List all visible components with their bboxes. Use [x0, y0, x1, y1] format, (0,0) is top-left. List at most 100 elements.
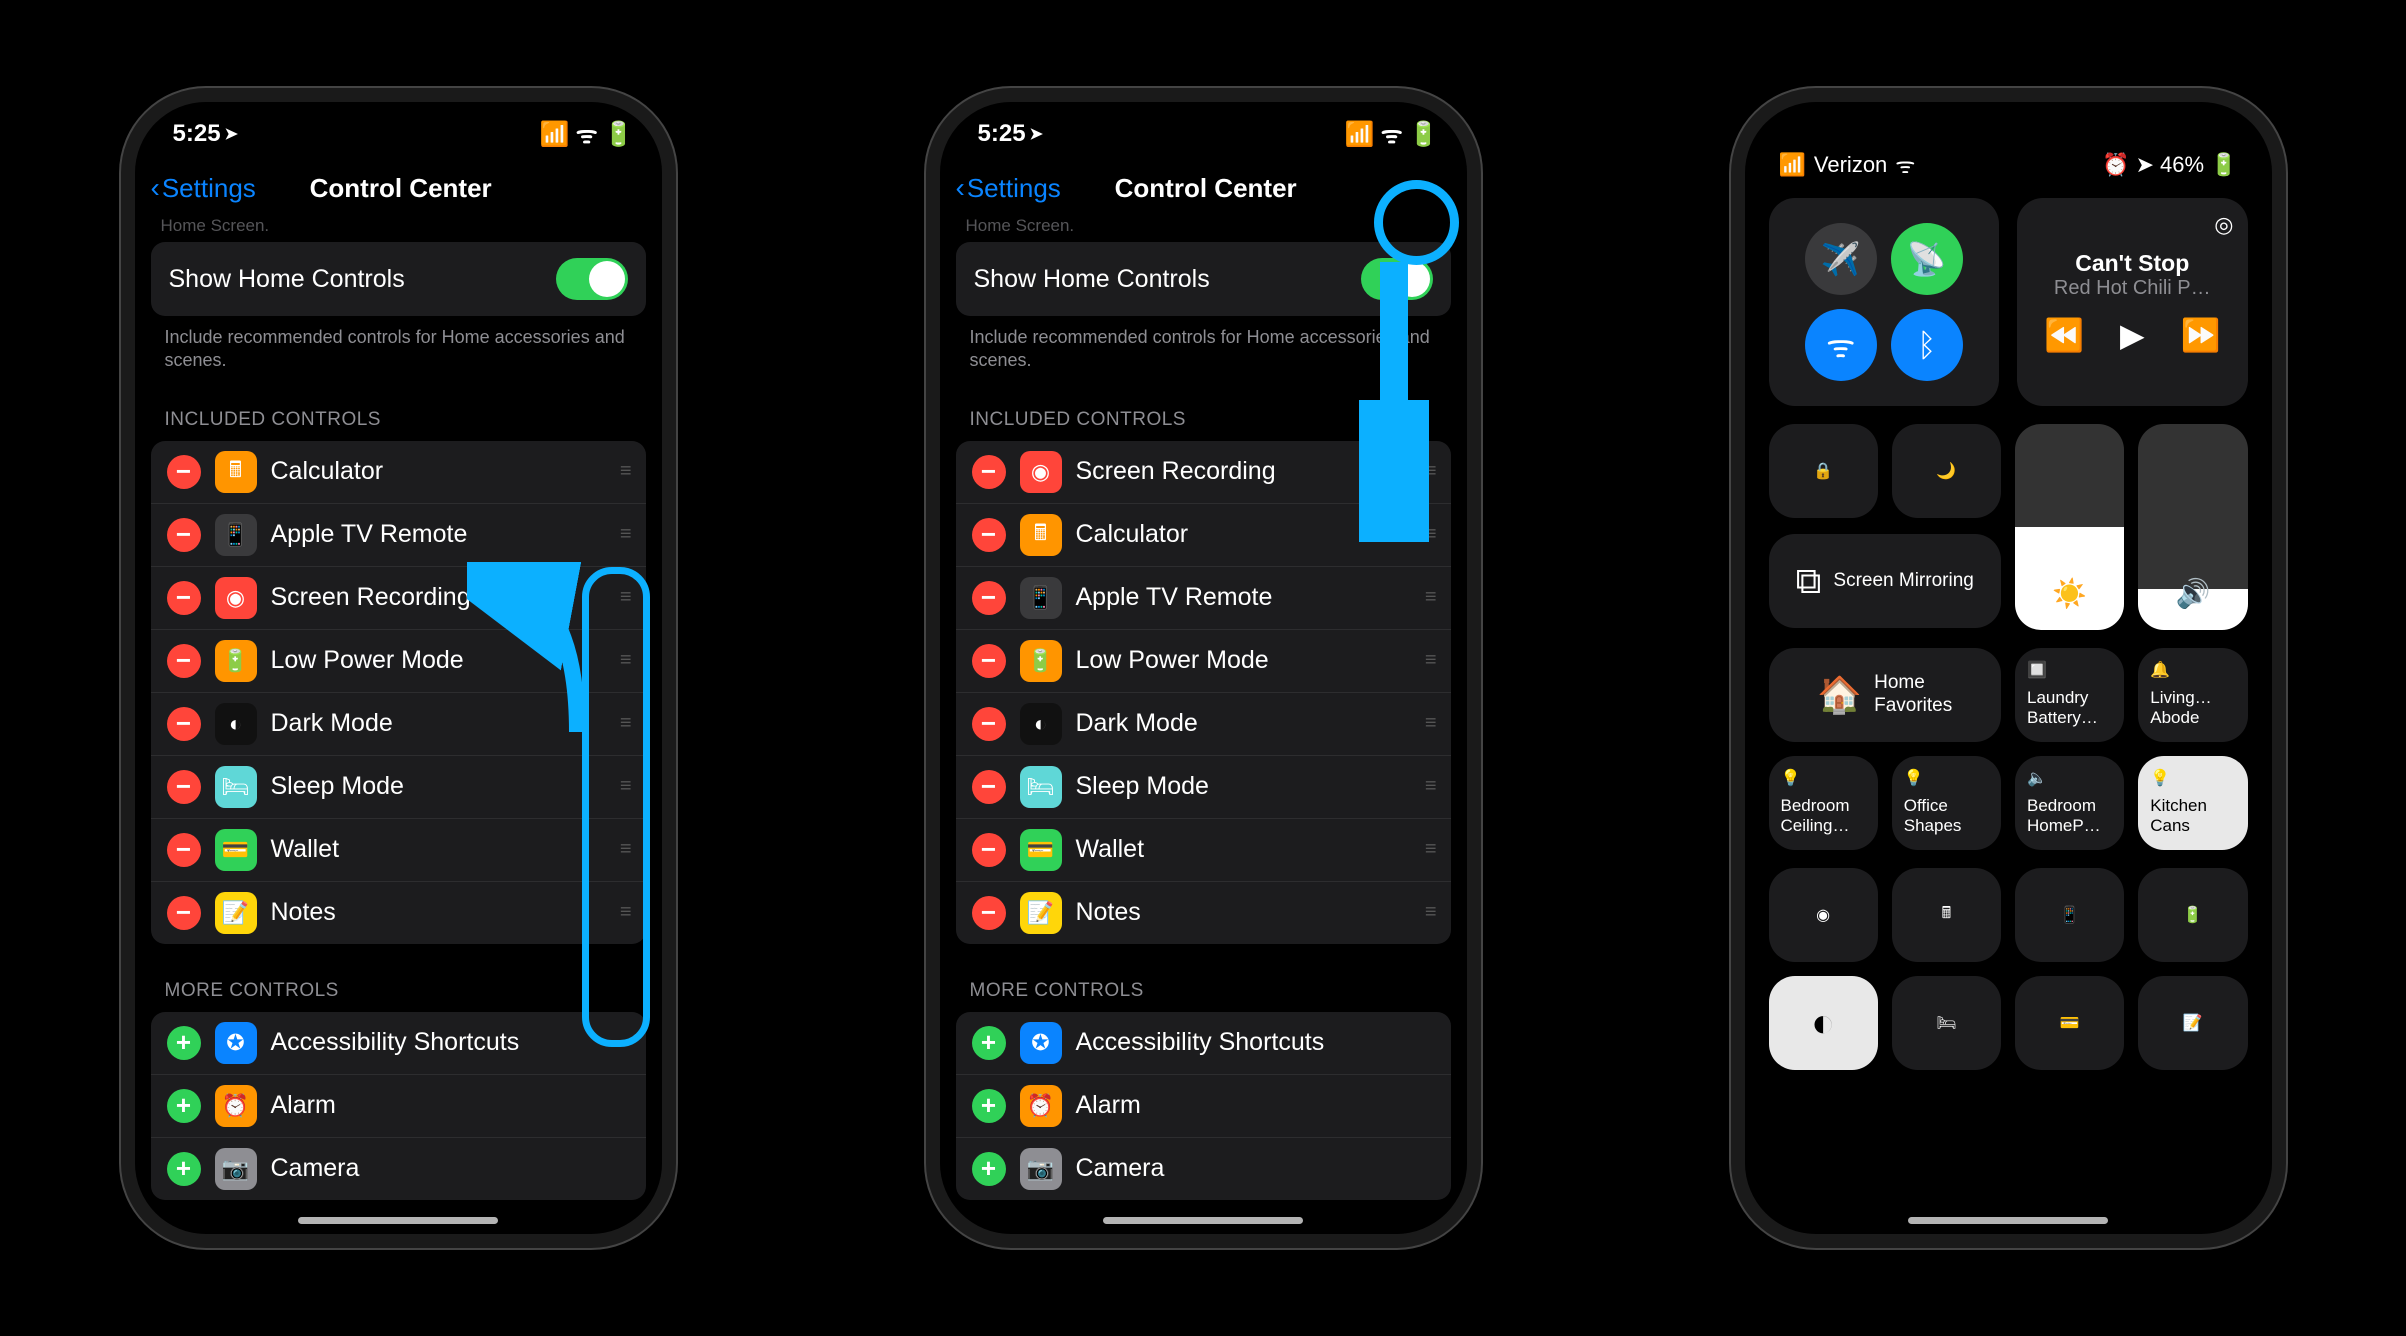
remove-button[interactable]: −	[972, 707, 1006, 741]
remove-button[interactable]: −	[972, 518, 1006, 552]
truncated-text: Home Screen.	[151, 216, 646, 242]
status-time: 5:25	[978, 120, 1026, 148]
control-row: −📱Apple TV Remote≡	[956, 567, 1451, 630]
wallet-button[interactable]: 💳	[2015, 976, 2124, 1070]
connectivity-module[interactable]: ✈️ 📡 ᯤ ᛒ	[1769, 198, 2000, 406]
drag-handle-icon[interactable]: ≡	[1425, 712, 1435, 735]
app-icon: ◐	[1020, 703, 1062, 745]
cellular-button[interactable]: 📡	[1891, 223, 1963, 295]
drag-handle-icon[interactable]: ≡	[1425, 838, 1435, 861]
tile-icon: 🔔	[2150, 660, 2170, 680]
add-button[interactable]: +	[972, 1026, 1006, 1060]
screen-mirror-label: Screen Mirroring	[1833, 570, 1973, 593]
home-tile-0[interactable]: 🔲LaundryBattery…	[2015, 648, 2124, 742]
remove-button[interactable]: −	[972, 455, 1006, 489]
home-label: Home Favorites	[1874, 672, 1952, 718]
drag-handle-icon[interactable]: ≡	[620, 460, 630, 483]
bluetooth-button[interactable]: ᛒ	[1891, 309, 1963, 381]
screen-mirroring-button[interactable]: ⧉ Screen Mirroring	[1769, 534, 2002, 628]
remove-button[interactable]: −	[167, 581, 201, 615]
brightness-slider[interactable]: ☀️	[2015, 424, 2124, 630]
home-controls-toggle[interactable]	[556, 258, 628, 300]
drag-handle-icon[interactable]: ≡	[620, 649, 630, 672]
drag-handle-icon[interactable]: ≡	[1425, 586, 1435, 609]
home-indicator[interactable]	[1908, 1217, 2108, 1224]
rewind-icon[interactable]: ⏪	[2044, 316, 2084, 354]
remove-button[interactable]: −	[972, 833, 1006, 867]
remove-button[interactable]: −	[972, 644, 1006, 678]
remove-button[interactable]: −	[167, 707, 201, 741]
drag-handle-icon[interactable]: ≡	[620, 712, 630, 735]
home-favorites-button[interactable]: 🏠 Home Favorites	[1769, 648, 2002, 742]
notes-button[interactable]: 📝	[2138, 976, 2247, 1070]
wifi-icon: ᯤ	[1895, 150, 1915, 180]
drag-handle-icon[interactable]: ≡	[620, 523, 630, 546]
control-center-screen[interactable]: 📶 Verizon ᯤ ⏰ ➤ 46% 🔋 ✈️ 📡 ᯤ ᛒ	[1745, 102, 2272, 1234]
sleep-mode-button[interactable]: 🛏	[1892, 976, 2001, 1070]
cc-status-bar: 📶 Verizon ᯤ ⏰ ➤ 46% 🔋	[1769, 122, 2248, 198]
home-tile-5[interactable]: 💡KitchenCans	[2138, 756, 2247, 850]
remove-button[interactable]: −	[972, 770, 1006, 804]
remove-button[interactable]: −	[972, 581, 1006, 615]
home-indicator[interactable]	[1103, 1217, 1303, 1224]
more-header: MORE CONTROLS	[151, 944, 646, 1012]
drag-handle-icon[interactable]: ≡	[1425, 649, 1435, 672]
drag-handle-icon[interactable]: ≡	[620, 901, 630, 924]
media-module[interactable]: ◎ Can't Stop Red Hot Chili P… ⏪ ▶ ⏩	[2017, 198, 2248, 406]
nav-title: Control Center	[156, 173, 646, 204]
app-icon: 📱	[1020, 577, 1062, 619]
airplane-mode-button[interactable]: ✈️	[1805, 223, 1877, 295]
tile-icon: 🔈	[2027, 768, 2047, 788]
home-controls-cell: Show Home Controls	[151, 242, 646, 316]
location-icon: ➤	[1030, 124, 1043, 144]
app-icon: ⏰	[215, 1085, 257, 1127]
home-tile-2[interactable]: 💡BedroomCeiling…	[1769, 756, 1878, 850]
do-not-disturb-button[interactable]: 🌙	[1892, 424, 2001, 518]
forward-icon[interactable]: ⏩	[2181, 316, 2221, 354]
more-list-2: +✪Accessibility Shortcuts+⏰Alarm+📷Camera	[956, 1012, 1451, 1200]
drag-handle-icon[interactable]: ≡	[1425, 775, 1435, 798]
remove-button[interactable]: −	[167, 644, 201, 678]
add-button[interactable]: +	[167, 1026, 201, 1060]
control-row: +✪Accessibility Shortcuts	[956, 1012, 1451, 1075]
screen-record-button[interactable]: ◉	[1769, 868, 1878, 962]
remove-button[interactable]: −	[167, 518, 201, 552]
add-button[interactable]: +	[972, 1152, 1006, 1186]
dark-mode-button[interactable]: ◐	[1769, 976, 1878, 1070]
rotation-lock-button[interactable]: 🔒	[1769, 424, 1878, 518]
add-button[interactable]: +	[167, 1152, 201, 1186]
remove-button[interactable]: −	[167, 833, 201, 867]
remove-button[interactable]: −	[167, 770, 201, 804]
drag-handle-icon[interactable]: ≡	[620, 838, 630, 861]
play-icon[interactable]: ▶	[2120, 316, 2145, 354]
tv-remote-button[interactable]: 📱	[2015, 868, 2124, 962]
home-tile-3[interactable]: 💡OfficeShapes	[1892, 756, 2001, 850]
add-button[interactable]: +	[972, 1089, 1006, 1123]
app-icon: 💳	[215, 829, 257, 871]
control-row: +✪Accessibility Shortcuts	[151, 1012, 646, 1075]
control-row: −💳 Wallet ≡	[151, 819, 646, 882]
app-icon: 🛏	[1020, 766, 1062, 808]
wifi-button[interactable]: ᯤ	[1805, 309, 1877, 381]
calculator-button[interactable]: 🖩	[1892, 868, 2001, 962]
home-controls-label: Show Home Controls	[974, 265, 1210, 294]
home-tile-4[interactable]: 🔈BedroomHomeP…	[2015, 756, 2124, 850]
drag-handle-icon[interactable]: ≡	[620, 775, 630, 798]
add-button[interactable]: +	[167, 1089, 201, 1123]
remove-button[interactable]: −	[167, 455, 201, 489]
airplay-icon[interactable]: ◎	[2214, 212, 2233, 238]
home-icon: 🏠	[1817, 674, 1862, 716]
remove-button[interactable]: −	[167, 896, 201, 930]
drag-handle-icon[interactable]: ≡	[620, 586, 630, 609]
low-power-button[interactable]: 🔋	[2138, 868, 2247, 962]
status-bar: 5:25➤ 📶 ᯤ 🔋	[135, 102, 662, 152]
control-row: +⏰Alarm	[151, 1075, 646, 1138]
app-icon: 🔋	[1020, 640, 1062, 682]
row-label: Wallet	[271, 835, 606, 864]
drag-handle-icon[interactable]: ≡	[1425, 901, 1435, 924]
tile-label: BedroomCeiling…	[1781, 796, 1850, 835]
volume-slider[interactable]: 🔊	[2138, 424, 2247, 630]
home-indicator[interactable]	[298, 1217, 498, 1224]
remove-button[interactable]: −	[972, 896, 1006, 930]
home-tile-1[interactable]: 🔔Living…Abode	[2138, 648, 2247, 742]
